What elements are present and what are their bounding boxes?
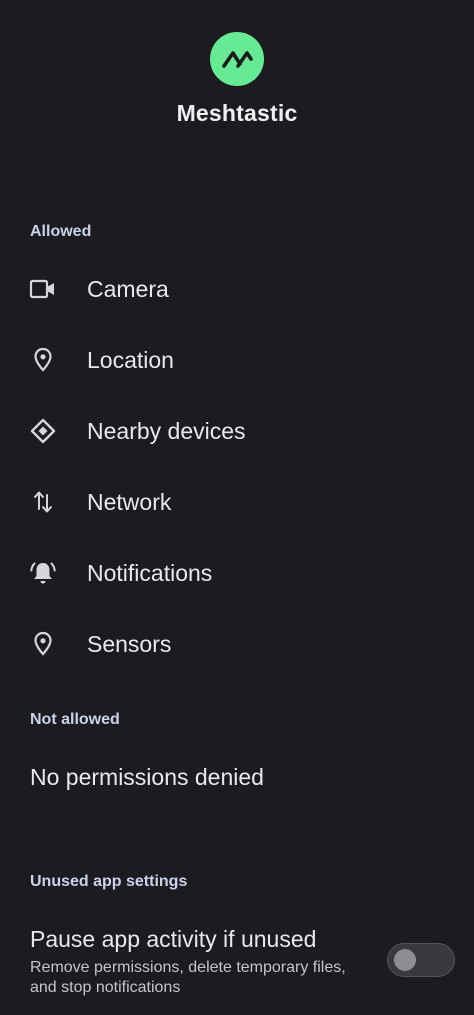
permission-label-camera: Camera xyxy=(87,275,169,302)
section-header-unused-app-settings: Unused app settings xyxy=(30,873,188,890)
toggle-thumb xyxy=(394,949,416,971)
permission-item-sensors[interactable]: Sensors xyxy=(0,612,474,676)
location-pin-icon xyxy=(28,345,58,375)
camera-icon xyxy=(28,274,58,304)
permission-label-nearby-devices: Nearby devices xyxy=(87,417,246,444)
pause-app-activity-description: Remove permissions, delete temporary fil… xyxy=(30,959,346,996)
network-arrows-icon xyxy=(28,487,58,517)
pause-app-activity-setting[interactable]: Pause app activity if unused Remove perm… xyxy=(0,916,474,1006)
meshtastic-logo-icon xyxy=(210,32,264,86)
section-header-not-allowed: Not allowed xyxy=(30,711,120,728)
no-permissions-denied-text: No permissions denied xyxy=(30,764,264,790)
nearby-devices-icon xyxy=(28,416,58,446)
permission-item-location[interactable]: Location xyxy=(0,328,474,392)
permission-item-nearby-devices[interactable]: Nearby devices xyxy=(0,399,474,463)
permission-label-location: Location xyxy=(87,346,174,373)
permission-label-notifications: Notifications xyxy=(87,559,213,586)
permission-item-network[interactable]: Network xyxy=(0,470,474,534)
permission-label-network: Network xyxy=(87,488,172,515)
app-header: Meshtastic xyxy=(0,0,474,160)
app-name: Meshtastic xyxy=(176,100,298,126)
permission-item-notifications[interactable]: Notifications xyxy=(0,541,474,605)
bell-icon xyxy=(28,558,58,588)
section-header-allowed: Allowed xyxy=(30,223,92,240)
sensors-icon xyxy=(28,629,58,659)
permission-label-sensors: Sensors xyxy=(87,630,172,657)
pause-app-activity-title: Pause app activity if unused xyxy=(30,926,317,952)
permission-item-camera[interactable]: Camera xyxy=(0,257,474,321)
pause-app-activity-toggle[interactable] xyxy=(387,943,455,977)
